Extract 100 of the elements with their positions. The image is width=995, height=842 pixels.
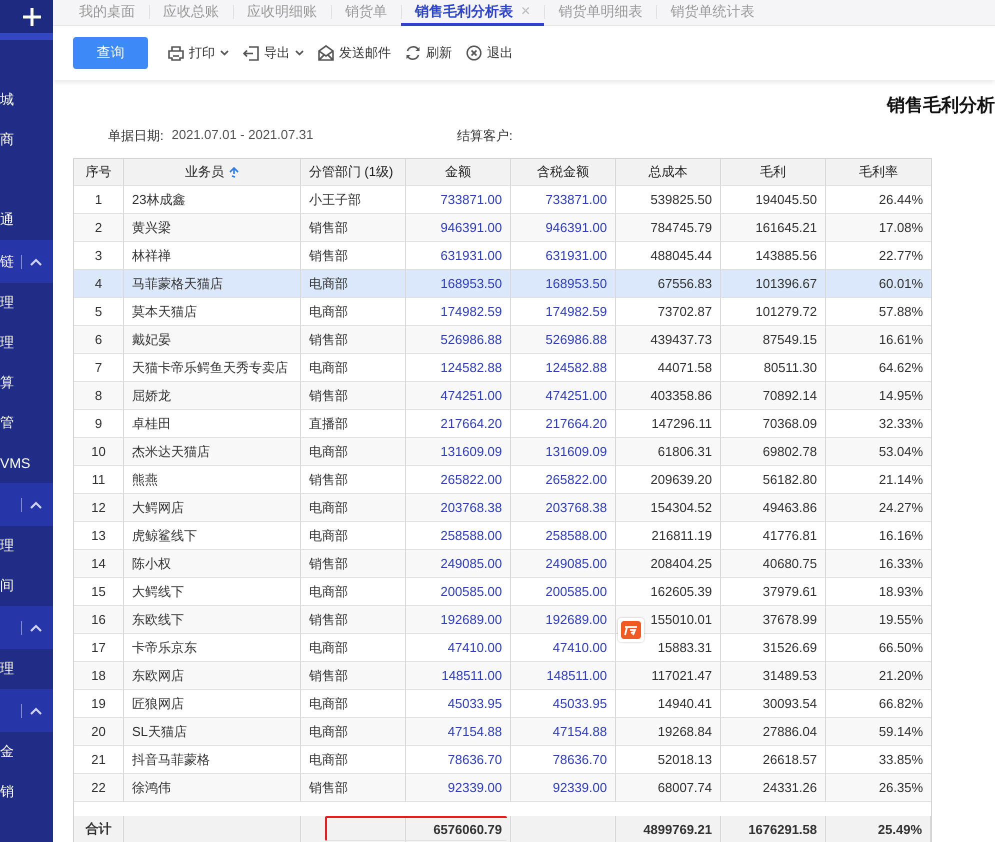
sidebar-item[interactable]: 通 bbox=[0, 211, 14, 229]
caret-icon bbox=[295, 50, 304, 56]
table-cell: 194045.50 bbox=[756, 192, 817, 207]
amount-link[interactable]: 124582.88 bbox=[546, 360, 607, 375]
table-cell: 电商部 bbox=[309, 358, 348, 376]
amount-link[interactable]: 733871.00 bbox=[440, 192, 502, 207]
table-cell: 电商部 bbox=[309, 274, 348, 292]
export-icon bbox=[243, 46, 259, 60]
amount-link[interactable]: 148511.00 bbox=[442, 668, 502, 683]
table-cell: 电商部 bbox=[309, 442, 348, 460]
amount-link[interactable]: 474251.00 bbox=[440, 388, 502, 403]
sidebar-item[interactable]: 理 bbox=[0, 660, 14, 678]
amount-link[interactable]: 631931.00 bbox=[546, 248, 607, 263]
sidebar-section[interactable]: 链 bbox=[0, 240, 53, 283]
amount-link[interactable]: 249085.00 bbox=[546, 556, 607, 571]
chevron-up-icon[interactable] bbox=[30, 258, 42, 266]
chevron-up-icon[interactable] bbox=[30, 706, 42, 714]
print-button[interactable]: 打印 bbox=[168, 44, 229, 62]
amount-link[interactable]: 217664.20 bbox=[440, 416, 502, 431]
sidebar-item[interactable]: VMS bbox=[0, 455, 30, 471]
column-header: 毛利率 bbox=[826, 159, 931, 186]
amount-link[interactable]: 47154.88 bbox=[448, 724, 502, 739]
amount-link[interactable]: 131609.09 bbox=[546, 444, 607, 459]
amount-link[interactable]: 203768.38 bbox=[546, 500, 607, 515]
table-cell: 19268.84 bbox=[658, 724, 712, 739]
sidebar-item[interactable]: 理 bbox=[0, 334, 14, 352]
mail-button[interactable]: 发送邮件 bbox=[318, 44, 391, 62]
table-cell: 161645.21 bbox=[756, 220, 817, 235]
amount-link[interactable]: 946391.00 bbox=[440, 220, 502, 235]
amount-link[interactable]: 258588.00 bbox=[546, 528, 607, 543]
amount-link[interactable]: 45033.95 bbox=[552, 696, 607, 711]
table-cell: 杰米达天猫店 bbox=[132, 442, 210, 460]
chevron-up-icon[interactable] bbox=[30, 500, 42, 508]
filter-label: 单据日期: bbox=[108, 127, 164, 145]
amount-link[interactable]: 174982.59 bbox=[440, 304, 502, 319]
sidebar-item[interactable]: 间 bbox=[0, 577, 14, 595]
amount-link[interactable]: 217664.20 bbox=[546, 416, 607, 431]
table-cell: 49463.86 bbox=[762, 500, 817, 515]
amount-link[interactable]: 200585.00 bbox=[440, 584, 502, 599]
sidebar-item[interactable]: 理 bbox=[0, 294, 14, 312]
table-cell: 14.95% bbox=[878, 388, 923, 403]
chevron-up-icon[interactable] bbox=[30, 624, 42, 632]
amount-link[interactable]: 131609.09 bbox=[440, 444, 502, 459]
amount-link[interactable]: 474251.00 bbox=[546, 388, 607, 403]
sort-icon[interactable] bbox=[228, 166, 239, 178]
amount-link[interactable]: 192689.00 bbox=[546, 612, 607, 627]
table-cell: 209639.20 bbox=[650, 472, 712, 487]
floating-widget-icon[interactable] bbox=[618, 618, 644, 642]
table-cell: 电商部 bbox=[309, 526, 348, 544]
amount-link[interactable]: 45033.95 bbox=[448, 696, 502, 711]
sidebar-item[interactable]: 城 bbox=[0, 91, 14, 109]
amount-link[interactable]: 631931.00 bbox=[440, 248, 502, 263]
table-cell: 37979.61 bbox=[762, 584, 817, 599]
table-cell: 784745.79 bbox=[650, 220, 712, 235]
row-number: 9 bbox=[94, 416, 102, 431]
table-cell: 销售部 bbox=[309, 666, 348, 684]
amount-link[interactable]: 265822.00 bbox=[546, 472, 607, 487]
amount-link[interactable]: 92339.00 bbox=[552, 780, 607, 795]
column-header[interactable]: 业务员 bbox=[124, 159, 301, 186]
sidebar-item[interactable]: 商 bbox=[0, 131, 14, 149]
sidebar-item[interactable]: 理 bbox=[0, 537, 14, 555]
amount-link[interactable]: 203768.38 bbox=[440, 500, 502, 515]
column-header[interactable]: 分管部门 (1级) bbox=[301, 159, 406, 186]
amount-link[interactable]: 733871.00 bbox=[546, 192, 607, 207]
sidebar-item[interactable]: 金 bbox=[0, 743, 14, 761]
amount-link[interactable]: 78636.70 bbox=[552, 752, 607, 767]
amount-link[interactable]: 526986.88 bbox=[440, 332, 502, 347]
amount-link[interactable]: 124582.88 bbox=[440, 360, 502, 375]
column-header: 金额 bbox=[406, 159, 511, 186]
amount-link[interactable]: 946391.00 bbox=[546, 220, 607, 235]
refresh-button[interactable]: 刷新 bbox=[405, 44, 452, 62]
table-cell: 44071.58 bbox=[658, 360, 712, 375]
row-number: 10 bbox=[91, 444, 106, 459]
exit-button[interactable]: 退出 bbox=[466, 44, 513, 62]
amount-link[interactable]: 526986.88 bbox=[546, 332, 607, 347]
amount-link[interactable]: 258588.00 bbox=[440, 528, 502, 543]
amount-link[interactable]: 265822.00 bbox=[440, 472, 502, 487]
amount-link[interactable]: 47410.00 bbox=[552, 640, 607, 655]
sidebar-item[interactable]: 算 bbox=[0, 374, 14, 392]
amount-link[interactable]: 168953.50 bbox=[546, 276, 607, 291]
amount-link[interactable]: 192689.00 bbox=[440, 612, 502, 627]
table-cell: 216811.19 bbox=[652, 528, 712, 543]
amount-link[interactable]: 148511.00 bbox=[546, 668, 607, 683]
amount-link[interactable]: 78636.70 bbox=[448, 752, 502, 767]
amount-link[interactable]: 200585.00 bbox=[546, 584, 607, 599]
row-number: 11 bbox=[92, 472, 106, 487]
sidebar-item[interactable]: 管 bbox=[0, 414, 14, 432]
table-cell: 销售部 bbox=[309, 386, 348, 404]
amount-link[interactable]: 47154.88 bbox=[552, 724, 607, 739]
table-cell: 黄兴梁 bbox=[132, 218, 171, 236]
add-icon[interactable] bbox=[22, 6, 42, 26]
amount-link[interactable]: 249085.00 bbox=[440, 556, 502, 571]
amount-link[interactable]: 92339.00 bbox=[448, 780, 502, 795]
amount-link[interactable]: 168953.50 bbox=[440, 276, 502, 291]
table-cell: 16.33% bbox=[878, 556, 923, 571]
sidebar-item[interactable]: 销 bbox=[0, 783, 14, 801]
amount-link[interactable]: 47410.00 bbox=[448, 640, 502, 655]
export-button[interactable]: 导出 bbox=[243, 44, 304, 62]
amount-link[interactable]: 174982.59 bbox=[546, 304, 607, 319]
table-cell: 21.20% bbox=[878, 668, 923, 683]
